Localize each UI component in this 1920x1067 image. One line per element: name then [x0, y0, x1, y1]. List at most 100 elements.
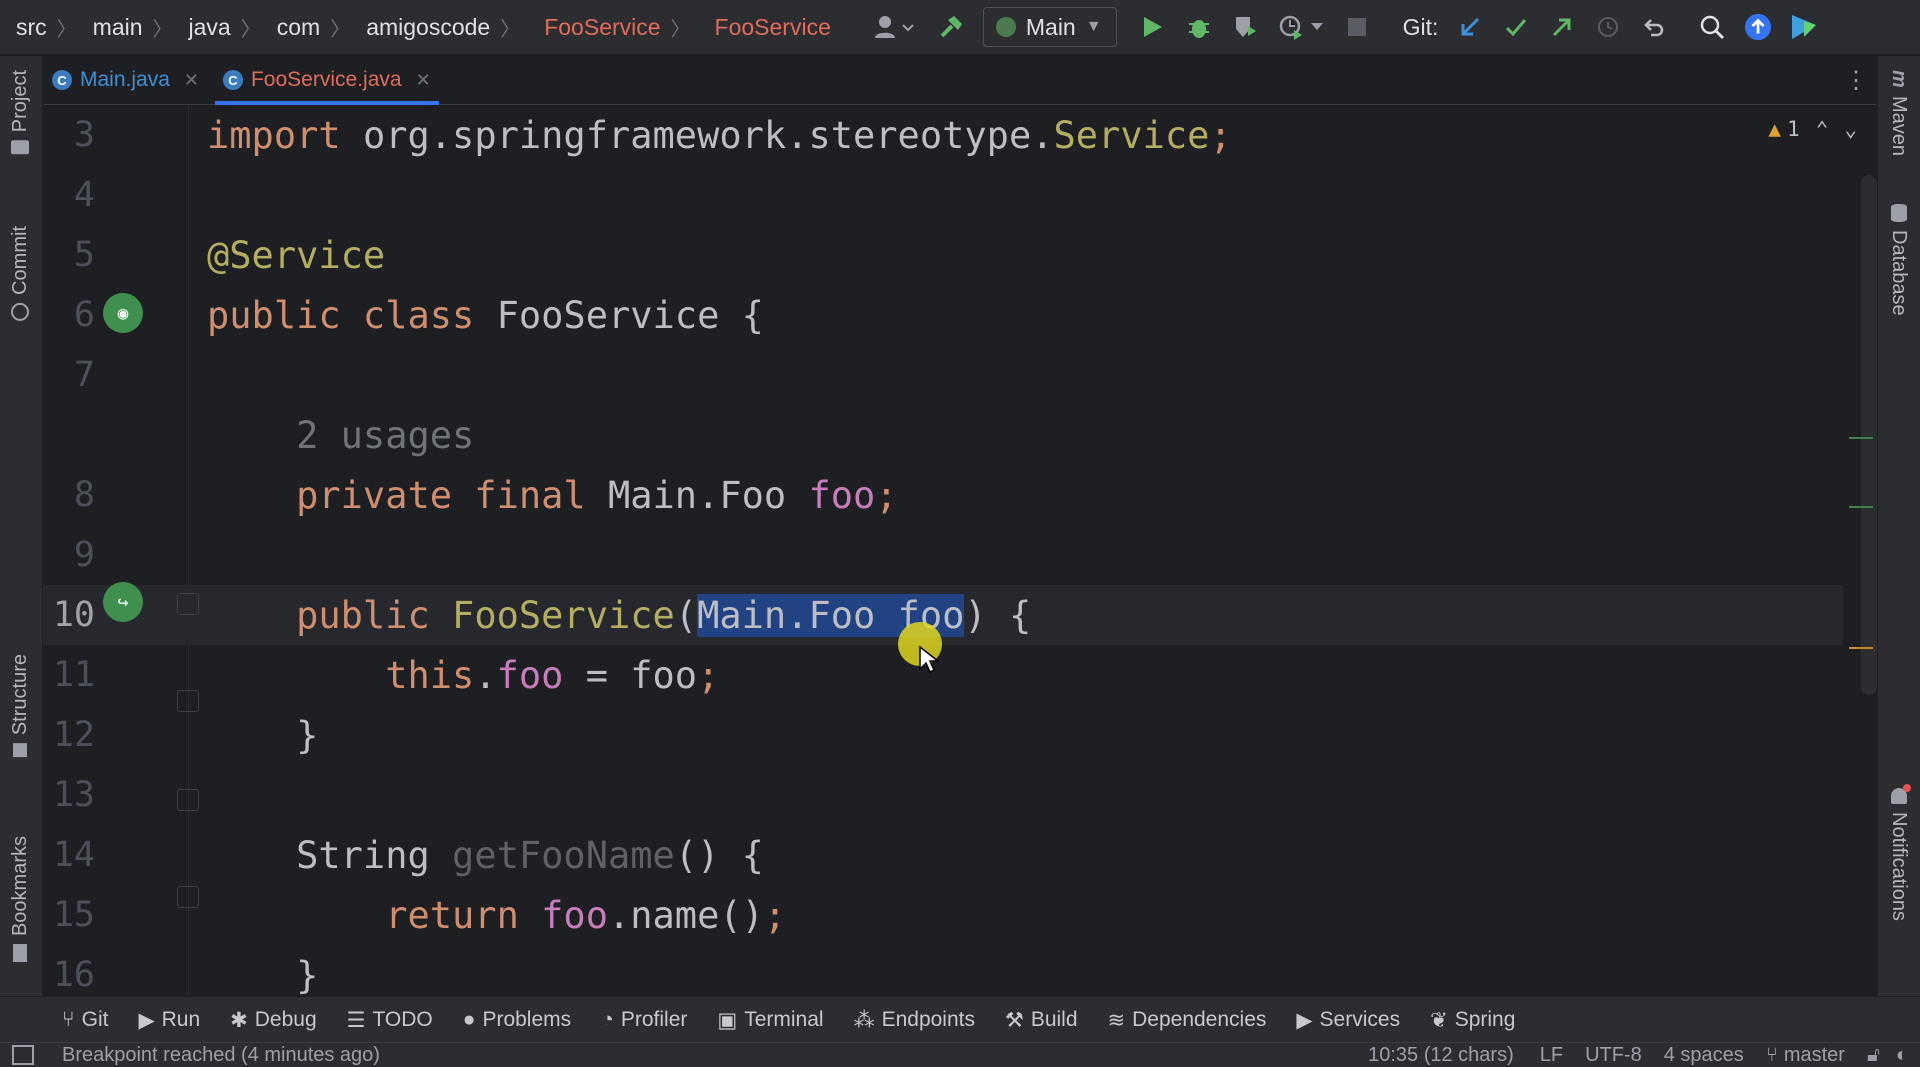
search-icon[interactable]	[1698, 13, 1726, 41]
editor-scrollbar[interactable]	[1861, 175, 1877, 695]
coverage-icon[interactable]	[1231, 13, 1259, 41]
fold-marker[interactable]	[177, 593, 199, 615]
build-hammer-icon[interactable]	[937, 13, 965, 41]
next-highlight-icon[interactable]: ⌄	[1844, 117, 1857, 141]
stop-icon[interactable]	[1343, 13, 1371, 41]
code-line[interactable]: 12 }	[43, 705, 1843, 765]
profiler-icon[interactable]	[1277, 13, 1305, 41]
bookmarks-tool-button[interactable]: Bookmarks	[9, 836, 32, 963]
fold-marker[interactable]	[177, 789, 199, 811]
tool-button-terminal[interactable]: ▣ Terminal	[717, 1008, 823, 1033]
code-line[interactable]: 7	[43, 345, 1843, 405]
line-number[interactable]: 8	[43, 475, 95, 515]
code-line[interactable]: 8 private final Main.Foo foo;	[43, 465, 1843, 525]
change-marker[interactable]	[1849, 437, 1873, 439]
line-separator[interactable]: LF	[1540, 1044, 1563, 1067]
code-line[interactable]: 9	[43, 525, 1843, 585]
code-line[interactable]: 13	[43, 765, 1843, 825]
tool-button-endpoints[interactable]: ⁂ Endpoints	[854, 1008, 975, 1033]
line-number[interactable]: 14	[43, 835, 95, 875]
code-line[interactable]: 5 @Service	[43, 225, 1843, 285]
code-text: return foo.name();	[207, 894, 786, 937]
line-number[interactable]: 10	[43, 595, 95, 635]
structure-tool-button[interactable]: Structure	[9, 654, 32, 758]
spring-autowire-icon[interactable]: ↪	[103, 582, 143, 622]
breadcrumb-src[interactable]: src	[16, 14, 47, 41]
tool-button-dependencies[interactable]: ≋ Dependencies	[1108, 1008, 1267, 1033]
code-text: this.foo = foo;	[207, 654, 719, 697]
run-icon[interactable]	[1139, 13, 1167, 41]
tab-fooservice-java[interactable]: C FooService.java ✕	[214, 56, 439, 105]
line-number[interactable]: 3	[43, 115, 95, 155]
tool-button-spring[interactable]: ❦ Spring	[1430, 1008, 1515, 1033]
line-number[interactable]: 16	[43, 955, 95, 995]
breadcrumb-fooservice-class[interactable]: FooService	[715, 14, 831, 41]
tool-button-run[interactable]: ▶ Run	[138, 1008, 200, 1033]
code-line[interactable]: 6 public class FooService {	[43, 285, 1843, 345]
line-number[interactable]: 6	[43, 295, 95, 335]
file-encoding[interactable]: UTF-8	[1585, 1044, 1642, 1067]
breadcrumb-java[interactable]: java	[189, 14, 231, 41]
code-line[interactable]: 15 return foo.name();	[43, 885, 1843, 945]
tool-button-debug[interactable]: ✱ Debug	[230, 1008, 317, 1033]
git-history-icon[interactable]	[1594, 13, 1622, 41]
tool-button-build[interactable]: ⚒ Build	[1005, 1008, 1078, 1033]
lock-icon[interactable]: 🔓︎	[1867, 1044, 1880, 1067]
code-line[interactable]: 16 }	[43, 945, 1843, 996]
code-line[interactable]: 11 this.foo = foo;	[43, 645, 1843, 705]
fold-marker[interactable]	[177, 886, 199, 908]
breadcrumb-fooservice-file[interactable]: FooService	[544, 14, 660, 41]
line-number[interactable]: 7	[43, 355, 95, 395]
close-icon[interactable]: ✕	[416, 70, 431, 91]
more-run-options-icon[interactable]	[1309, 13, 1325, 41]
tool-button-profiler[interactable]: ◔ Profiler	[601, 1008, 687, 1032]
tool-button-services[interactable]: ▶ Services	[1296, 1008, 1400, 1033]
fold-marker[interactable]	[177, 690, 199, 712]
commit-tool-button[interactable]: Commit	[9, 226, 32, 321]
inspector-icon[interactable]: ◐	[1896, 1044, 1908, 1067]
change-marker[interactable]	[1849, 506, 1873, 508]
indent-setting[interactable]: 4 spaces	[1664, 1044, 1744, 1067]
line-number[interactable]: 12	[43, 715, 95, 755]
tool-button-todo[interactable]: ☰ TODO	[347, 1008, 433, 1033]
debug-bug-icon[interactable]	[1185, 13, 1213, 41]
status-message[interactable]: Breakpoint reached (4 minutes ago)	[62, 1044, 380, 1067]
line-number[interactable]: 13	[43, 775, 95, 815]
line-number[interactable]: 9	[43, 535, 95, 575]
more-tabs-icon[interactable]: ⋮	[1844, 66, 1868, 95]
profile-icon[interactable]	[871, 13, 919, 41]
line-number[interactable]: 11	[43, 655, 95, 695]
code-line[interactable]: 4	[43, 165, 1843, 225]
code-editor[interactable]: ▲ 1 ⌃ ⌄ 3 import org.springframework.ster…	[43, 105, 1877, 995]
tab-main-java[interactable]: C Main.java ✕	[44, 56, 207, 104]
jetbrains-logo-icon[interactable]	[1790, 13, 1818, 41]
code-line[interactable]: 14 String getFooName() {	[43, 825, 1843, 885]
breadcrumb-main[interactable]: main	[93, 14, 143, 41]
database-tool-button[interactable]: Database	[1887, 204, 1910, 316]
code-line[interactable]: 10 public FooService(Main.Foo foo) {	[43, 585, 1843, 645]
warning-marker[interactable]	[1849, 647, 1873, 649]
git-push-icon[interactable]	[1548, 13, 1576, 41]
breadcrumb-com[interactable]: com	[277, 14, 320, 41]
spring-bean-icon[interactable]: ◉	[103, 293, 143, 333]
line-number[interactable]: 5	[43, 235, 95, 275]
run-config-selector[interactable]: Main ▼	[982, 7, 1117, 47]
tool-button-problems[interactable]: ● Problems	[463, 1008, 571, 1032]
rollback-icon[interactable]	[1640, 13, 1668, 41]
git-update-icon[interactable]	[1456, 13, 1484, 41]
git-commit-icon[interactable]	[1502, 13, 1530, 41]
notifications-tool-button[interactable]: Notifications	[1887, 784, 1911, 921]
line-number[interactable]: 4	[43, 175, 95, 215]
code-line[interactable]: 2 usages	[43, 405, 1843, 465]
git-branch[interactable]: master	[1784, 1044, 1845, 1067]
maven-tool-button[interactable]: m Maven	[1887, 70, 1910, 156]
line-number[interactable]: 15	[43, 895, 95, 935]
layout-icon[interactable]	[12, 1045, 34, 1065]
project-tool-button[interactable]: Project	[9, 70, 32, 155]
caret-position[interactable]: 10:35 (12 chars)	[1368, 1044, 1514, 1067]
code-line[interactable]: 3 import org.springframework.stereotype.S…	[43, 105, 1843, 165]
close-icon[interactable]: ✕	[184, 70, 199, 91]
tool-button-git[interactable]: ⑂ Git	[62, 1008, 108, 1032]
ide-update-icon[interactable]	[1744, 13, 1772, 41]
breadcrumb-amigoscode[interactable]: amigoscode	[366, 14, 490, 41]
